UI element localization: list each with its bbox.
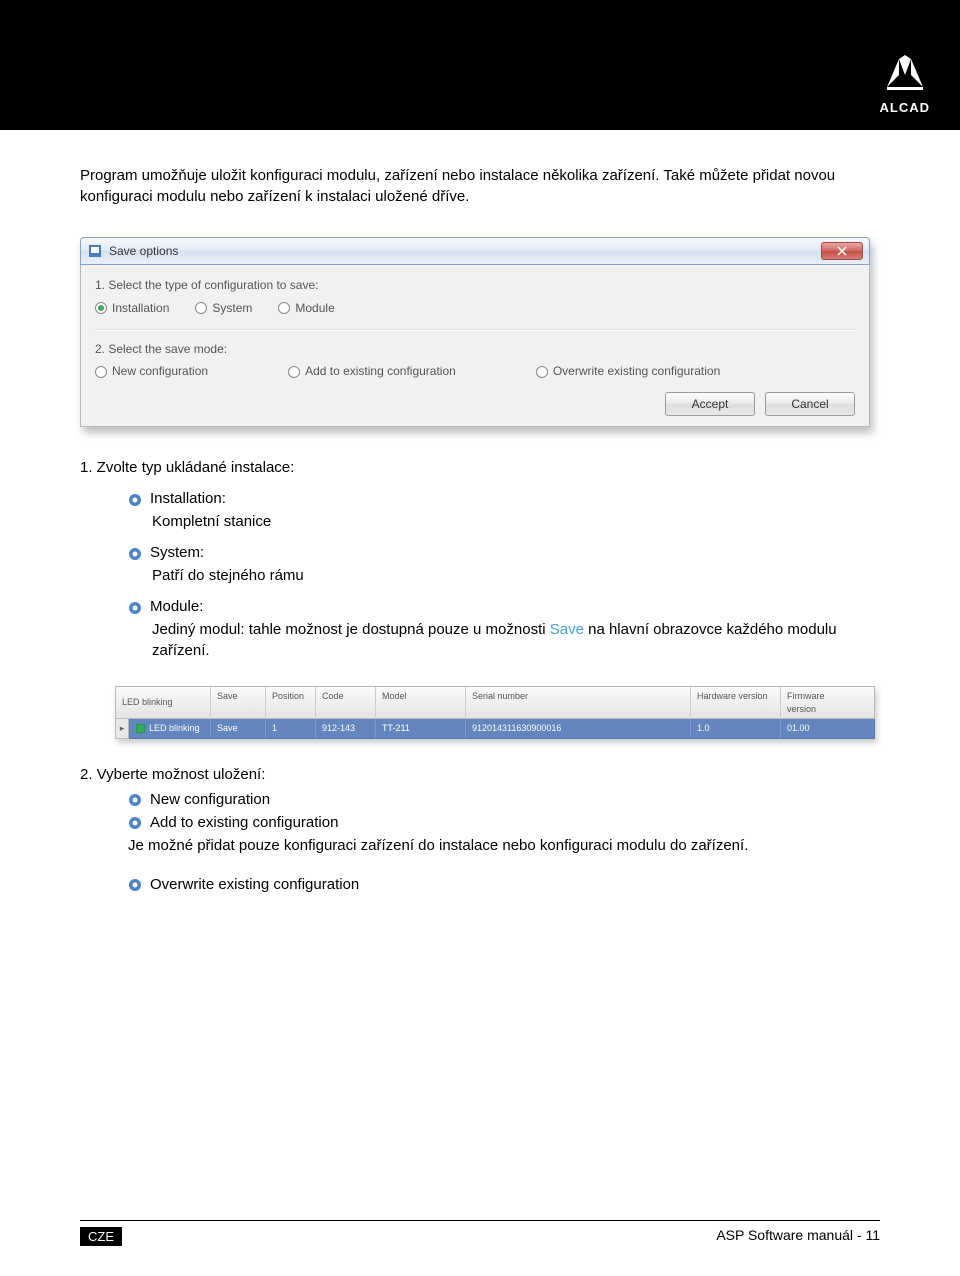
th-code: Code: [316, 687, 376, 718]
config-type-radios: Installation System Module: [95, 300, 855, 317]
td-serial: 912014311630900016: [466, 719, 691, 738]
bullet-add-config: Add to existing configuration Je možné p…: [128, 812, 880, 856]
th-save: Save: [211, 687, 266, 718]
bullet-icon: [128, 546, 142, 560]
radio-label: New configuration: [112, 363, 208, 380]
radio-icon: [288, 366, 300, 378]
close-button[interactable]: [821, 242, 863, 260]
bullet-label: Installation:: [150, 488, 226, 509]
radio-icon: [278, 302, 290, 314]
th-position: Position: [266, 687, 316, 718]
save-mode-radios: New configuration Add to existing config…: [95, 363, 855, 380]
th-model: Model: [376, 687, 466, 718]
bullet-icon: [128, 492, 142, 506]
radio-installation[interactable]: Installation: [95, 300, 169, 317]
th-serial: Serial number: [466, 687, 691, 718]
td-code: 912-143: [316, 719, 376, 738]
bullet-icon: [128, 815, 142, 829]
bullet-desc: Patří do stejného rámu: [152, 565, 880, 586]
radio-icon: [195, 302, 207, 314]
section-2-heading: 2. Vyberte možnost uložení:: [80, 764, 880, 785]
td-model: TT-211: [376, 719, 466, 738]
module-table: LED blinking Save Position Code Model Se…: [115, 686, 875, 739]
dialog-titlebar: Save options: [80, 237, 870, 265]
bullet-label: Add to existing configuration: [150, 812, 338, 833]
bullet-icon: [128, 792, 142, 806]
dialog-title: Save options: [109, 243, 178, 260]
radio-label: Installation: [112, 300, 169, 317]
td-position: 1: [266, 719, 316, 738]
bullet-system: System: Patří do stejného rámu: [128, 542, 880, 586]
cancel-button[interactable]: Cancel: [765, 392, 855, 416]
separator: [95, 329, 855, 331]
bullet-icon: [128, 877, 142, 891]
td-save[interactable]: Save: [211, 719, 266, 738]
bullet-new-config: New configuration: [128, 789, 880, 810]
section-1: 1. Zvolte typ ukládané instalace: Instal…: [80, 457, 880, 661]
brand-logo: ALCAD: [880, 55, 931, 115]
radio-label: Module: [295, 300, 334, 317]
page-content: Program umožňuje uložit konfiguraci modu…: [0, 130, 960, 895]
dialog-buttons: Accept Cancel: [95, 392, 855, 416]
bullet-desc: Jediný modul: tahle možnost je dostupná …: [152, 619, 880, 661]
radio-label: Add to existing configuration: [305, 363, 456, 380]
radio-overwrite-config[interactable]: Overwrite existing configuration: [536, 363, 720, 380]
radio-icon: [95, 302, 107, 314]
section-2: 2. Vyberte možnost uložení: New configur…: [80, 764, 880, 895]
bullet-desc: Je možné přidat pouze konfiguraci zaříze…: [128, 835, 880, 856]
bullet-installation: Installation: Kompletní stanice: [128, 488, 880, 532]
th-fw: Firmware version: [781, 687, 861, 718]
alcad-logo-icon: [881, 55, 929, 91]
radio-icon: [95, 366, 107, 378]
dialog-app-icon: [87, 243, 103, 259]
td-hw: 1.0: [691, 719, 781, 738]
bullet-label: Module:: [150, 596, 203, 617]
table-header: LED blinking Save Position Code Model Se…: [115, 686, 875, 719]
table-row: ▸ LED blinking Save 1 912-143 TT-211 912…: [115, 719, 875, 739]
radio-system[interactable]: System: [195, 300, 252, 317]
td-fw: 01.00: [781, 719, 861, 738]
dialog-body: 1. Select the type of configuration to s…: [80, 265, 870, 427]
accept-button[interactable]: Accept: [665, 392, 755, 416]
close-icon: [837, 246, 847, 256]
radio-icon: [536, 366, 548, 378]
language-badge: CZE: [80, 1227, 122, 1246]
footer-separator: [80, 1220, 880, 1221]
brand-name: ALCAD: [880, 100, 931, 115]
bullet-label: New configuration: [150, 789, 270, 810]
radio-new-config[interactable]: New configuration: [95, 363, 208, 380]
bullet-module: Module: Jediný modul: tahle možnost je d…: [128, 596, 880, 661]
section-1-heading: 1. Zvolte typ ukládané instalace:: [80, 457, 880, 478]
save-link-text: Save: [550, 621, 584, 638]
intro-paragraph: Program umožňuje uložit konfiguraci modu…: [80, 165, 880, 207]
save-options-dialog: Save options 1. Select the type of confi…: [80, 237, 870, 427]
th-led: LED blinking: [116, 687, 211, 718]
bullet-label: System:: [150, 542, 204, 563]
dialog-section1-label: 1. Select the type of configuration to s…: [95, 277, 855, 294]
bullet-icon: [128, 600, 142, 614]
led-indicator-icon: [136, 724, 145, 733]
radio-module[interactable]: Module: [278, 300, 334, 317]
radio-add-config[interactable]: Add to existing configuration: [288, 363, 456, 380]
radio-label: Overwrite existing configuration: [553, 363, 720, 380]
page-footer: CZE ASP Software manuál - 11: [80, 1227, 880, 1246]
page-header: ALCAD: [0, 0, 960, 130]
th-hw: Hardware version: [691, 687, 781, 718]
bullet-desc: Kompletní stanice: [152, 511, 880, 532]
bullet-overwrite-config: Overwrite existing configuration: [128, 874, 880, 895]
radio-label: System: [212, 300, 252, 317]
page-number: ASP Software manuál - 11: [716, 1227, 880, 1246]
dialog-section2-label: 2. Select the save mode:: [95, 341, 855, 358]
td-led: LED blinking: [130, 719, 211, 738]
bullet-label: Overwrite existing configuration: [150, 874, 359, 895]
row-arrow-icon: ▸: [115, 719, 129, 739]
